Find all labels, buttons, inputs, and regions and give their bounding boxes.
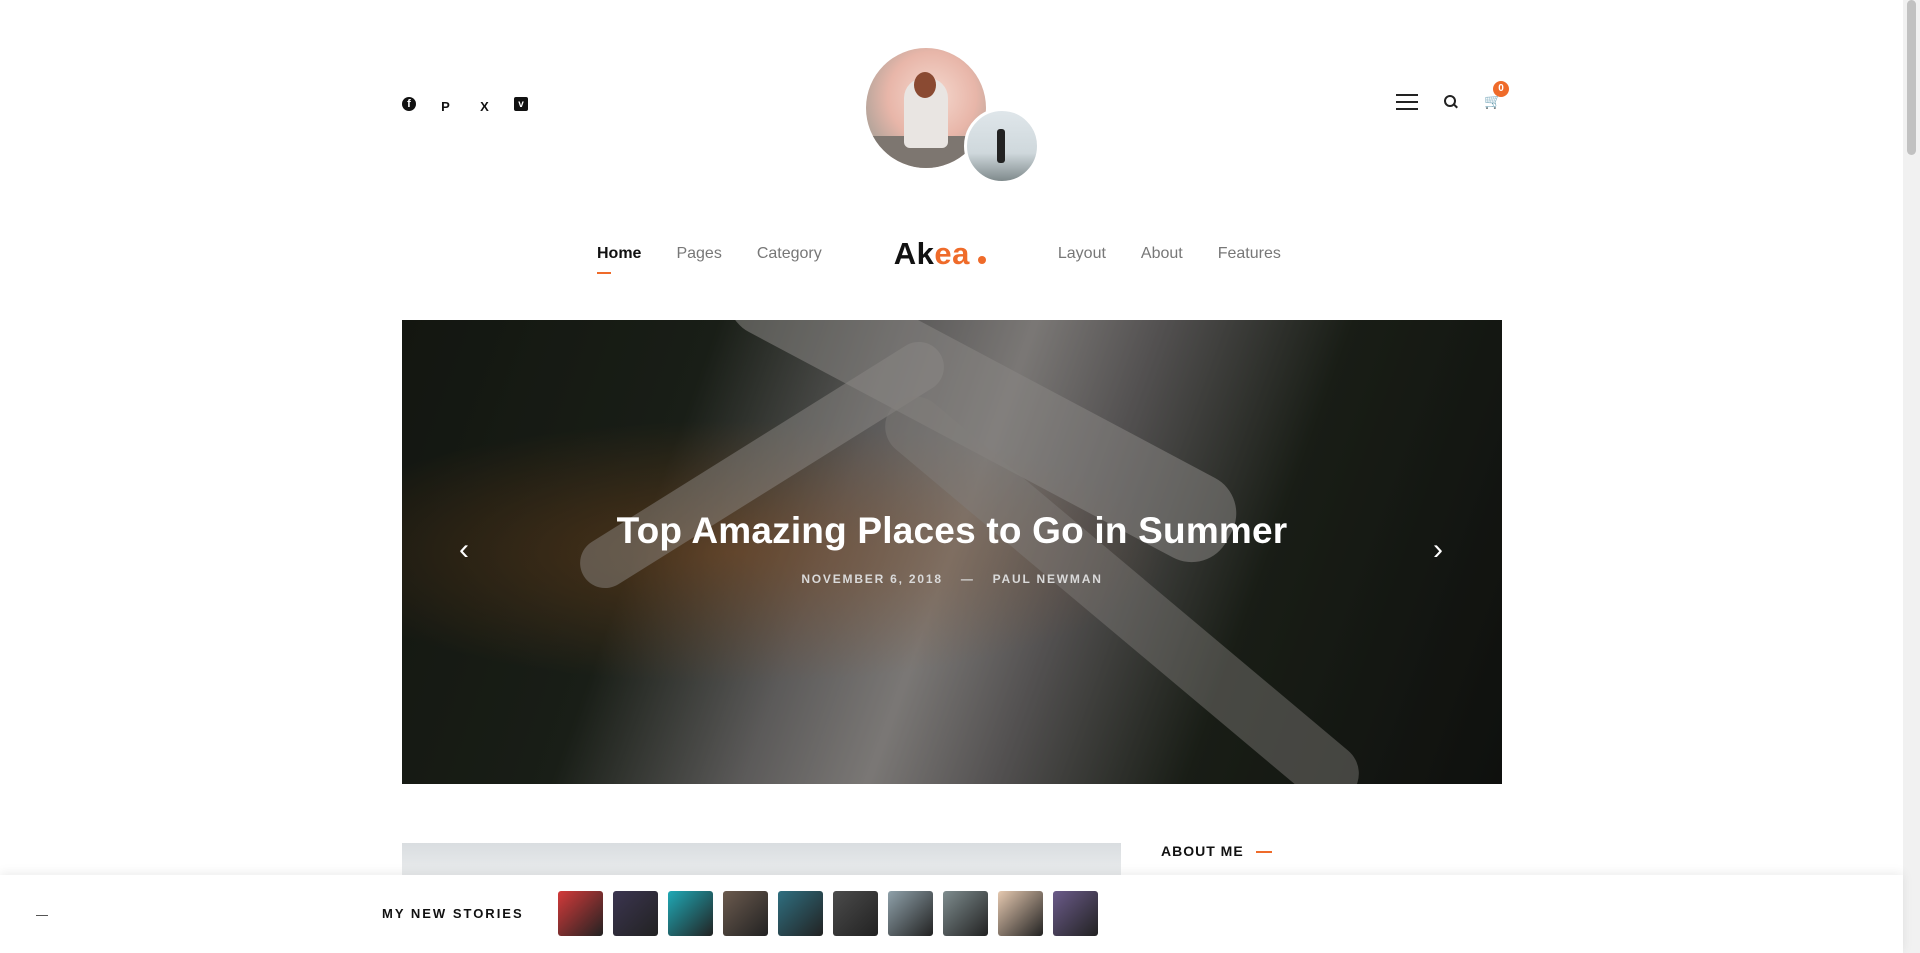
stories-label: MY NEW STORIES [382,906,524,921]
nav-item-features[interactable]: Features [1218,245,1281,263]
search-icon[interactable] [1444,94,1458,109]
facebook-icon[interactable]: f [402,97,416,111]
site-logo[interactable]: Akea [894,236,986,272]
author-avatar[interactable] [866,48,1040,184]
stories-bar: MY NEW STORIES [0,875,1903,953]
social-links: f P X v [402,97,528,116]
story-thumb[interactable] [833,891,878,936]
scrollbar-thumb[interactable] [1907,0,1916,155]
stories-toggle[interactable] [36,915,48,916]
menu-icon[interactable] [1396,93,1418,110]
nav-item-about[interactable]: About [1141,245,1183,263]
stories-thumbs [558,891,1098,936]
nav-item-layout[interactable]: Layout [1058,245,1106,263]
story-thumb[interactable] [998,891,1043,936]
slide-meta: NOVEMBER 6, 2018 — PAUL NEWMAN [402,572,1502,586]
logo-dot [977,256,986,264]
cart-badge: 0 [1493,81,1509,97]
slider-next-icon[interactable]: › [1426,535,1450,565]
story-thumb[interactable] [778,891,823,936]
sidebar-about-title: ABOUT ME [1161,843,1272,859]
story-thumb[interactable] [723,891,768,936]
main-nav: Home Pages Category Akea Layout About Fe… [597,236,1281,274]
slide-title[interactable]: Top Amazing Places to Go in Summer [402,510,1502,552]
about-title-text: ABOUT ME [1161,843,1244,859]
story-thumb[interactable] [613,891,658,936]
page-scrollbar[interactable] [1903,0,1920,953]
pinterest-icon[interactable]: P [436,97,455,116]
cart-icon[interactable]: 🛒 0 [1484,81,1509,110]
logo-text: Ak [893,236,935,271]
vimeo-icon[interactable]: v [514,97,528,111]
story-thumb[interactable] [668,891,713,936]
logo-accent: ea [934,236,970,271]
story-thumb[interactable] [888,891,933,936]
avatar-photo-secondary [964,108,1040,184]
slide-date: NOVEMBER 6, 2018 [801,572,943,586]
meta-separator: — [960,572,975,586]
slider-prev-icon[interactable]: ‹ [452,535,476,565]
title-dash [1255,851,1272,854]
x-icon[interactable]: X [475,97,494,116]
nav-item-category[interactable]: Category [757,245,822,263]
story-thumb[interactable] [943,891,988,936]
nav-item-home[interactable]: Home [597,245,641,274]
slide-author[interactable]: PAUL NEWMAN [993,572,1103,586]
nav-item-pages[interactable]: Pages [676,245,721,263]
story-thumb[interactable] [1053,891,1098,936]
story-thumb[interactable] [558,891,603,936]
header-actions: 🛒 0 [1396,81,1509,110]
hero-slider[interactable]: Top Amazing Places to Go in Summer NOVEM… [402,320,1502,784]
